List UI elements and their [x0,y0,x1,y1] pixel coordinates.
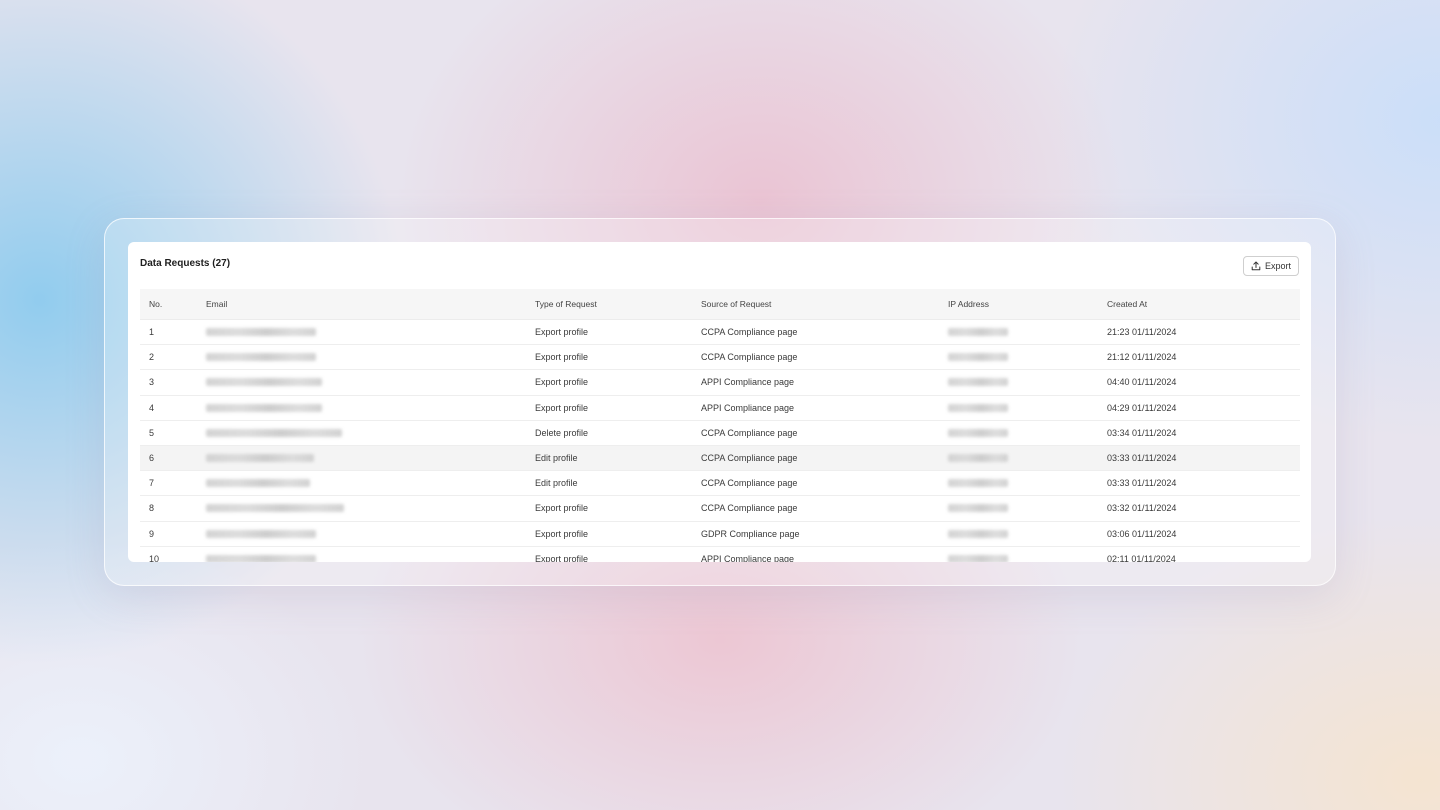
cell-source: CCPA Compliance page [701,503,798,514]
column-header-created[interactable]: Created At [1107,289,1147,319]
redacted-email [206,353,316,362]
cell-no: 3 [149,377,155,388]
cell-created: 03:33 01/11/2024 [1107,478,1177,489]
table-row[interactable]: 4 Export profile APPI Compliance page 04:29… [140,396,1300,421]
column-header-email[interactable]: Email [206,289,227,319]
cell-created: 04:29 01/11/2024 [1107,402,1177,413]
cell-type: Edit profile [535,478,578,489]
cell-type: Export profile [535,402,589,413]
cell-source: CCPA Compliance page [701,327,798,337]
table-body: 1 Export profile CCPA Compliance page 21:23… [140,320,1300,562]
cell-created: 02:11 01/11/2024 [1107,553,1176,562]
cell-source: CCPA Compliance page [701,427,798,438]
data-requests-panel: Data Requests (27) Export No. Email Type… [128,242,1311,562]
cell-no: 8 [149,503,155,514]
cell-type: Export profile [535,327,589,337]
cell-no: 9 [149,528,155,539]
upload-icon [1251,261,1261,271]
table-row[interactable]: 8 Export profile CCPA Compliance page 03:32… [140,496,1300,522]
redacted-ip [948,479,1008,488]
cell-source: APPI Compliance page [701,553,795,562]
cell-no: 10 [149,553,160,562]
panel-title: Data Requests (27) [140,258,231,269]
cell-no: 7 [149,478,155,489]
cell-source: GDPR Compliance page [701,528,800,539]
cell-created: 21:23 01/11/2024 [1107,327,1177,337]
table-row[interactable]: 2 Export profile CCPA Compliance page 21:12… [140,345,1300,371]
redacted-email [206,378,322,387]
cell-created: 03:06 01/11/2024 [1107,528,1177,539]
table-row[interactable]: 5 Delete profile CCPA Compliance page 03:34… [140,421,1300,446]
data-requests-table: No. Email Type of Request Source of Requ… [140,289,1300,562]
table-row[interactable]: 3 Export profile APPI Compliance page 04:40… [140,370,1300,396]
cell-type: Export profile [535,352,589,363]
cell-created: 03:33 01/11/2024 [1107,452,1177,463]
cell-type: Export profile [535,503,589,514]
cell-type: Edit profile [535,452,578,463]
redacted-ip [948,328,1008,336]
table-row[interactable]: 10 Export profile APPI Compliance page 02:1… [140,547,1300,562]
cell-source: CCPA Compliance page [701,352,798,363]
cell-type: Export profile [535,377,589,388]
column-header-ip[interactable]: IP Address [948,289,989,319]
redacted-ip [948,529,1008,538]
cell-source: CCPA Compliance page [701,452,798,463]
table-row[interactable]: 7 Edit profile CCPA Compliance page 03:33 0… [140,471,1300,497]
cell-source: CCPA Compliance page [701,478,798,489]
cell-source: APPI Compliance page [701,377,795,388]
cell-no: 1 [149,327,155,337]
column-header-source[interactable]: Source of Request [701,289,771,319]
redacted-email [206,479,310,488]
cell-type: Export profile [535,553,589,562]
export-button[interactable]: Export [1243,256,1299,276]
redacted-email [206,554,316,562]
redacted-email [206,529,316,538]
redacted-ip [948,453,1008,462]
table-header: No. Email Type of Request Source of Requ… [140,289,1300,320]
redacted-email [206,403,322,412]
cell-type: Export profile [535,528,589,539]
cell-no: 5 [149,427,155,438]
table-row[interactable]: 1 Export profile CCPA Compliance page 21:23… [140,320,1300,346]
cell-created: 03:34 01/11/2024 [1107,427,1177,438]
cell-created: 21:12 01/11/2024 [1107,352,1177,363]
table-row[interactable]: 9 Export profile GDPR Compliance page 03:06… [140,522,1300,547]
cell-no: 2 [149,352,155,363]
column-header-type[interactable]: Type of Request [535,289,597,319]
redacted-email [206,428,342,437]
cell-type: Delete profile [535,427,589,438]
redacted-ip [948,504,1008,513]
cell-source: APPI Compliance page [701,402,795,413]
redacted-ip [948,428,1008,437]
redacted-email [206,328,316,336]
cell-no: 4 [149,402,155,413]
cell-created: 03:32 01/11/2024 [1107,503,1177,514]
redacted-ip [948,403,1008,412]
cell-created: 04:40 01/11/2024 [1107,377,1177,388]
cell-no: 6 [149,452,155,463]
redacted-email [206,453,314,462]
column-header-no[interactable]: No. [149,289,162,319]
table-row[interactable]: 6 Edit profile CCPA Compliance page 03:33 0… [140,445,1300,472]
redacted-email [206,504,344,513]
redacted-ip [948,353,1008,362]
export-button-label: Export [1264,261,1291,271]
redacted-ip [948,378,1008,387]
redacted-ip [948,554,1008,562]
